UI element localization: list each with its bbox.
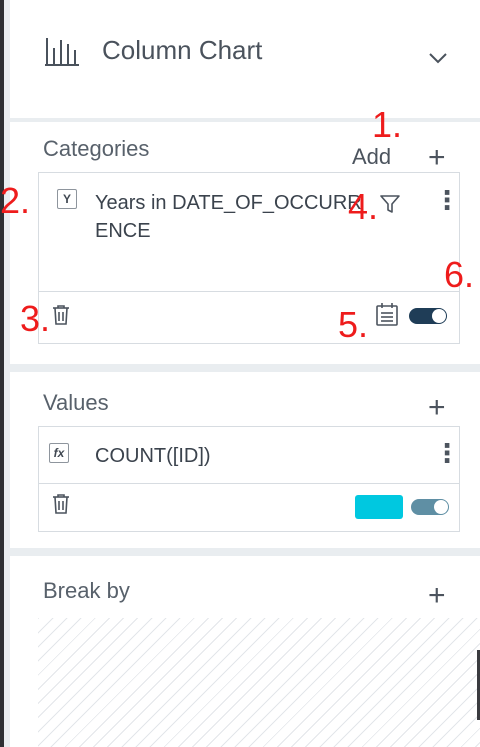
left-border xyxy=(0,0,4,747)
annotation-3: 3. xyxy=(20,298,51,339)
category-field-name: Years in DATE_OF_OCCURRENCE xyxy=(95,192,362,242)
annotation-5: 5. xyxy=(338,304,369,345)
annotation-2: 2. xyxy=(0,180,31,221)
series-color-swatch[interactable] xyxy=(355,495,403,519)
column-chart-icon xyxy=(45,38,79,66)
category-field-menu-icon[interactable]: ⋮ xyxy=(434,187,460,213)
values-section: Values + fx COUNT([ID]) ⋮ xyxy=(10,372,480,548)
card-divider xyxy=(39,291,459,292)
categories-add-label[interactable]: Add xyxy=(352,144,391,170)
formula-badge-icon: fx xyxy=(49,443,69,463)
value-field-card: fx COUNT([ID]) ⋮ xyxy=(38,426,460,532)
chevron-down-icon[interactable] xyxy=(428,52,448,64)
break-by-add-icon[interactable]: + xyxy=(428,581,446,611)
trash-icon[interactable] xyxy=(51,304,71,326)
toggle-knob xyxy=(432,309,446,323)
value-field-menu-icon[interactable]: ⋮ xyxy=(434,440,460,466)
chart-type-selector[interactable]: Column Chart xyxy=(44,34,262,66)
annotation-1: 1. xyxy=(372,104,403,145)
trash-icon[interactable] xyxy=(51,493,71,515)
values-add-icon[interactable]: + xyxy=(428,393,446,423)
annotation-6: 6. xyxy=(444,254,475,295)
categories-title: Categories xyxy=(43,136,150,161)
values-title: Values xyxy=(43,390,109,415)
filter-icon[interactable] xyxy=(379,193,401,215)
chart-type-panel: Column Chart xyxy=(10,0,480,118)
break-by-drop-zone[interactable] xyxy=(38,618,480,747)
categories-add-icon[interactable]: + xyxy=(428,143,446,173)
annotation-4: 4. xyxy=(348,186,379,227)
date-calendar-icon[interactable] xyxy=(375,301,399,327)
break-by-section: Break by + xyxy=(10,556,480,747)
year-badge-icon: Y xyxy=(57,189,77,209)
categories-section: Categories 1. Add + Y Years in DATE_OF_O… xyxy=(0,104,480,364)
chart-type-label: Column Chart xyxy=(102,34,263,65)
category-visibility-toggle[interactable] xyxy=(409,308,447,324)
value-field-name: COUNT([ID]) xyxy=(95,445,211,467)
card-divider xyxy=(39,483,459,484)
break-by-title: Break by xyxy=(43,578,130,603)
category-field-card: Y Years in DATE_OF_OCCURRENCE ⋮ xyxy=(38,172,460,344)
value-visibility-toggle[interactable] xyxy=(411,499,449,515)
toggle-knob xyxy=(434,500,448,514)
